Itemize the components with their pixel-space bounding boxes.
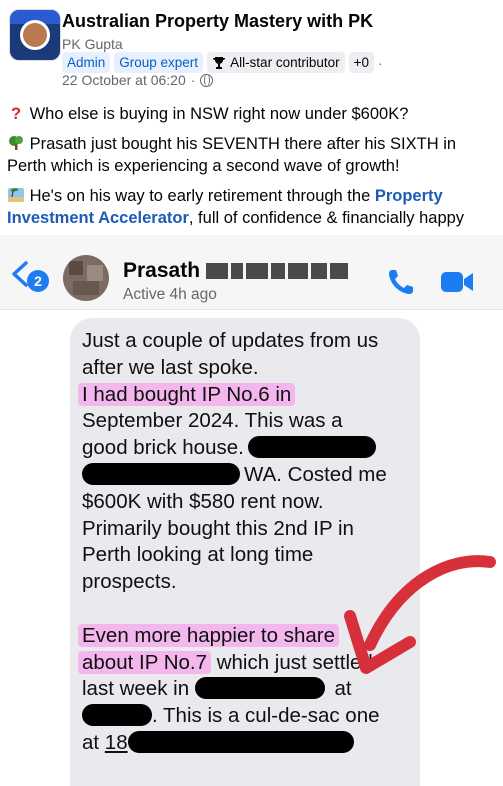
post-meta: 22 October at 06:20 · xyxy=(62,72,214,88)
avatar-pixel xyxy=(87,265,103,281)
avatar-pixel xyxy=(73,281,99,295)
message-line: good brick house. xyxy=(82,435,420,462)
message-line: at 18 xyxy=(82,730,420,757)
meta-separator: · xyxy=(190,72,196,88)
phone-icon[interactable] xyxy=(386,267,416,297)
group-audience-icon xyxy=(200,73,214,87)
post-timestamp[interactable]: 22 October at 06:20 xyxy=(62,72,186,88)
badge-admin: Admin xyxy=(62,52,111,73)
unread-count-badge[interactable]: 2 xyxy=(27,270,49,292)
active-status: Active 4h ago xyxy=(123,286,217,303)
highlighted-text: I had bought IP No.6 in xyxy=(78,382,296,406)
avatar-face xyxy=(20,20,50,50)
message-line: September 2024. This was a xyxy=(82,409,343,433)
message-line: last week in at xyxy=(82,676,420,703)
message-line-text: . This is a cul-de-sac one xyxy=(152,704,380,728)
message-line: WA. Costed me xyxy=(82,462,420,489)
censor-block xyxy=(246,263,268,279)
post-line-3-start: He's on his way to early retirement thro… xyxy=(29,187,375,205)
post-line-3: He's on his way to early retirement thro… xyxy=(7,185,499,229)
highlighted-text: Even more happier to share xyxy=(78,623,339,647)
censor-block xyxy=(330,263,348,279)
post-line-1: ? Who else is buying in NSW right now un… xyxy=(7,103,499,125)
trophy-icon xyxy=(213,56,226,69)
message-line: Just a couple of updates from us xyxy=(82,329,379,352)
badge-separator: · xyxy=(378,54,383,71)
badge-all-star: All-star contributor xyxy=(207,52,345,73)
tree-icon xyxy=(9,136,23,150)
beach-icon xyxy=(8,188,24,202)
censor-block xyxy=(271,263,285,279)
author-badges: Admin Group expert All-star contributor … xyxy=(62,52,383,73)
redaction-block xyxy=(82,462,240,485)
red-arrow-annotation xyxy=(344,555,496,674)
message-line: . This is a cul-de-sac one xyxy=(82,703,420,730)
chat-screenshot-image[interactable]: 2 Prasath Active 4h ago Just a couple of… xyxy=(0,235,503,786)
badge-more[interactable]: +0 xyxy=(348,52,375,73)
message-line-text: last week in xyxy=(82,677,195,701)
post-line-3-end: , full of confidence & financially happy xyxy=(188,209,465,227)
message-line-text: at xyxy=(82,730,105,754)
contact-avatar[interactable] xyxy=(63,255,109,301)
censor-block xyxy=(231,263,243,279)
avatar-pixel xyxy=(69,261,83,275)
question-mark-icon: ? xyxy=(10,105,22,123)
message-line-text: at xyxy=(328,677,352,701)
message-text: Just a couple of updates from us after w… xyxy=(78,328,420,757)
censor-block xyxy=(311,263,327,279)
post-line-1-text: Who else is buying in NSW right now unde… xyxy=(29,105,409,123)
post-body: ? Who else is buying in NSW right now un… xyxy=(7,103,499,237)
message-line-text: 18 xyxy=(104,730,128,754)
censored-surname xyxy=(206,263,348,279)
badge-all-star-label: All-star contributor xyxy=(230,55,340,70)
redaction-block xyxy=(127,730,354,753)
redaction-block xyxy=(247,436,376,459)
author-name[interactable]: PK Gupta xyxy=(62,36,123,52)
message-line: Primarily bought this 2nd IP in xyxy=(82,516,354,540)
group-name[interactable]: Australian Property Mastery with PK xyxy=(62,11,373,32)
contact-name[interactable]: Prasath xyxy=(123,259,200,283)
post-line-2-text: Prasath just bought his SEVENTH there af… xyxy=(7,135,457,175)
message-line: after we last spoke. xyxy=(82,355,259,379)
message-line-text: WA. Costed me xyxy=(244,462,387,486)
censor-block xyxy=(206,263,228,279)
post-header: Australian Property Mastery with PK PK G… xyxy=(0,0,503,95)
chat-header: 2 Prasath Active 4h ago xyxy=(0,235,503,310)
post-line-2: Prasath just bought his SEVENTH there af… xyxy=(7,133,499,177)
redaction-block xyxy=(82,704,152,727)
badge-group-expert: Group expert xyxy=(114,52,204,73)
group-avatar[interactable] xyxy=(9,9,61,61)
message-line: $600K with $580 rent now. xyxy=(82,489,324,513)
redaction-block xyxy=(194,677,325,700)
message-line: I had bought IP No.6 in xyxy=(78,382,420,409)
message-line-text: good brick house. xyxy=(82,436,244,460)
highlighted-text: about IP No.7 xyxy=(78,650,211,674)
censor-block xyxy=(288,263,308,279)
video-camera-icon[interactable] xyxy=(440,269,474,295)
